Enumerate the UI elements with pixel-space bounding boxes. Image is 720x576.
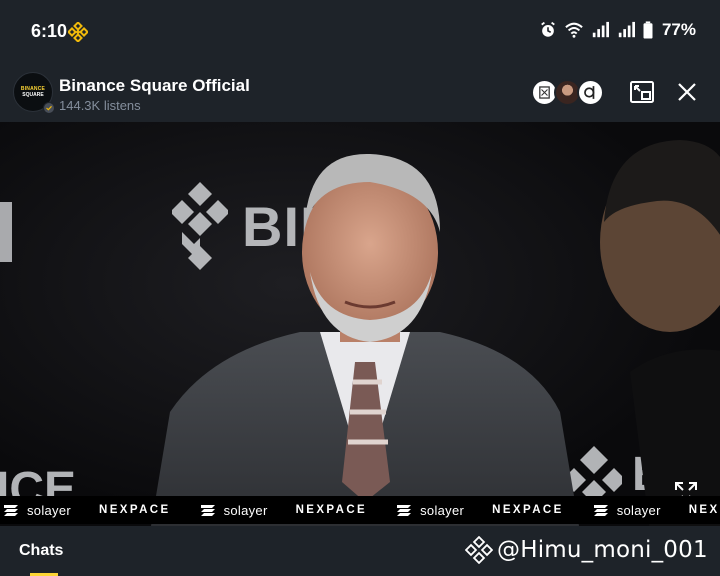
watermark-username: @Himu_moni_001 bbox=[497, 537, 708, 563]
ticker-item-nexpace: NEXPACE bbox=[295, 504, 368, 516]
solayer-logo-icon bbox=[4, 505, 18, 516]
verified-icon bbox=[43, 102, 55, 114]
avatar-text-square: SQUARE bbox=[22, 92, 44, 98]
binance-logo-icon bbox=[465, 536, 493, 564]
wifi-icon bbox=[565, 22, 583, 38]
interviewer-person bbox=[600, 140, 720, 526]
speaker-avatar[interactable] bbox=[577, 79, 604, 106]
tab-chats[interactable]: Chats bbox=[19, 542, 63, 560]
status-icons: 77% bbox=[538, 20, 696, 40]
ticker-item-solayer: solayer bbox=[395, 503, 464, 518]
solayer-logo-icon bbox=[593, 505, 608, 516]
ticker-item-solayer: solayer bbox=[2, 503, 71, 518]
video-player[interactable]: BINA BI ICE bbox=[0, 122, 720, 526]
bottom-bar: Chats @Himu_moni_001 bbox=[0, 526, 720, 576]
solayer-logo-icon bbox=[397, 505, 412, 516]
speaker-person bbox=[151, 153, 579, 526]
signal-icon bbox=[592, 21, 609, 38]
ticker-item-nexpace: NEXPACE bbox=[99, 504, 171, 516]
listens-count: 144.3K listens bbox=[59, 98, 141, 113]
stage-logo-fragment bbox=[0, 202, 12, 262]
stream-header: BINANCE SQUARE Binance Square Official 1… bbox=[0, 62, 720, 122]
speaker-avatars[interactable] bbox=[531, 79, 604, 106]
channel-name[interactable]: Binance Square Official bbox=[59, 76, 250, 96]
close-icon[interactable] bbox=[673, 78, 701, 106]
status-time: 6:10 bbox=[31, 21, 68, 41]
battery-icon bbox=[643, 21, 653, 39]
ticker-item-nexpace: NEXPACE bbox=[492, 504, 564, 516]
alarm-icon bbox=[541, 21, 555, 37]
sponsor-ticker: solayer NEXPACE solayer NEXPACE solayer … bbox=[0, 496, 720, 524]
ticker-item-nexpace: NEXPACE bbox=[688, 504, 720, 516]
ticker-item-solayer: solayer bbox=[592, 503, 661, 518]
status-bar: 6:10 77% bbox=[0, 0, 720, 62]
signal-icon bbox=[618, 21, 635, 38]
picture-in-picture-icon[interactable] bbox=[628, 78, 656, 106]
battery-percentage: 77% bbox=[661, 20, 696, 39]
ticker-item-solayer: solayer bbox=[199, 503, 268, 518]
user-watermark: @Himu_moni_001 bbox=[465, 536, 708, 564]
solayer-logo-icon bbox=[200, 505, 215, 516]
binance-logo-icon bbox=[68, 22, 88, 42]
